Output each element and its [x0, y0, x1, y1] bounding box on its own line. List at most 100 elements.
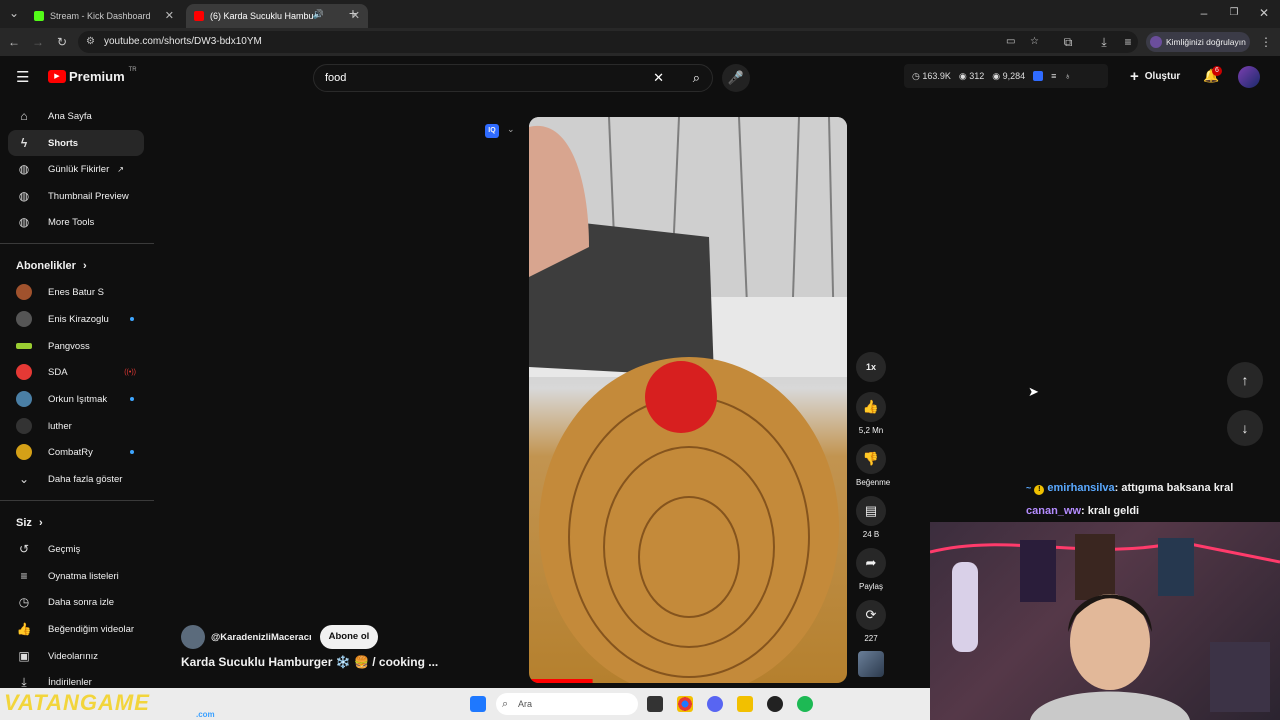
avatar [16, 364, 32, 380]
address-bar[interactable]: ⚙ youtube.com/shorts/DW3-bdx10YM ▭ ☆ [78, 31, 1138, 53]
watch-later-icon: ◷ [18, 595, 30, 609]
subscribe-button[interactable]: Abone ol [319, 625, 379, 649]
liked-icon: 👍 [16, 622, 32, 636]
streamer-webcam [930, 522, 1280, 720]
sidebar-item-sub-sda[interactable]: SDA ((•)) [8, 359, 144, 385]
vidiq-icon[interactable] [1033, 71, 1044, 81]
windows-start-icon[interactable] [470, 696, 486, 712]
vidiq-list-icon[interactable]: ≡ [1051, 71, 1056, 81]
sidebar-item-thumbnail-preview[interactable]: ◍ Thumbnail Preview [8, 183, 144, 209]
sidebar-item-more-tools[interactable]: ◍ More Tools [8, 209, 144, 235]
next-short-button[interactable]: ↓ [1227, 410, 1263, 446]
sound-thumbnail[interactable] [858, 651, 884, 677]
external-link-icon: ↗ [117, 164, 124, 174]
new-content-dot [130, 397, 134, 401]
you-heading[interactable]: Siz › [16, 517, 43, 529]
file-explorer-icon[interactable] [737, 696, 753, 712]
tab-list-chevron-icon[interactable]: ⌄ [6, 5, 22, 21]
new-tab-icon[interactable]: + [345, 5, 361, 21]
vidiq-trophy-icon[interactable]: ♁ [1064, 71, 1071, 81]
youtube-header: ☰ ▶ Premium TR food ✕ ⌕ 🎤 ◷ 163.9K ◉ 312… [0, 56, 1280, 98]
back-icon[interactable]: ← [6, 34, 22, 50]
comments-button[interactable]: ▤ 24 B [856, 496, 886, 539]
profile-button[interactable]: Kimliğinizi doğrulayın [1146, 32, 1250, 52]
comment-icon: ▤ [856, 496, 886, 526]
avatar [16, 444, 32, 460]
site-info-icon[interactable]: ⚙ [86, 31, 95, 53]
like-button[interactable]: 👍 5,2 Mn [856, 392, 886, 435]
sidebar-item-your-videos[interactable]: ▣ Videolarınız [8, 643, 144, 669]
sidebar-item-sub-enis-kirazoglu[interactable]: Enis Kirazoglu [8, 306, 144, 332]
hamburger-menu-icon[interactable]: ☰ [16, 68, 29, 86]
browser-menu-icon[interactable]: ⋮ [1258, 34, 1274, 50]
chat-emote-icon: ~ [1026, 483, 1032, 493]
sidebar-item-shorts[interactable]: ϟ Shorts [8, 130, 144, 156]
sidebar-item-sub-orkun-isitmak[interactable]: Orkun Işıtmak [8, 386, 144, 412]
share-button[interactable]: ➦ Paylaş [856, 548, 886, 591]
youtube-premium-logo[interactable]: ▶ Premium TR [48, 67, 137, 84]
sidebar-item-sub-luther[interactable]: luther [8, 413, 144, 439]
discord-icon[interactable] [707, 696, 723, 712]
share-icon: ➦ [856, 548, 886, 578]
voice-search-icon[interactable]: 🎤 [722, 64, 750, 92]
dislike-button[interactable]: 👎 Beğenme [856, 444, 890, 487]
extensions-icon[interactable]: ⧉ [1060, 34, 1076, 50]
subscriptions-heading[interactable]: Abonelikler › [16, 260, 87, 272]
sidebar-item-sub-enes-batur[interactable]: Enes Batur S [8, 279, 144, 305]
remix-icon: ⟳ [856, 600, 886, 630]
youtube-favicon-icon [194, 11, 204, 21]
obs-icon[interactable] [767, 696, 783, 712]
sidebar-item-gunluk-fikirler[interactable]: ◍ Günlük Fikirler ↗ [8, 156, 144, 182]
reload-icon[interactable]: ↻ [54, 34, 70, 50]
chevron-right-icon: › [38, 517, 43, 529]
new-content-dot [130, 450, 134, 454]
cast-icon[interactable]: ▭ [1006, 31, 1015, 53]
thumbs-down-icon: 👎 [856, 444, 886, 474]
sidebar-item-watch-later[interactable]: ◷ Daha sonra izle [8, 589, 144, 615]
create-button[interactable]: + Oluştur [1130, 68, 1180, 85]
previous-short-button[interactable]: ↑ [1227, 362, 1263, 398]
playback-speed-button[interactable]: 1x [856, 352, 886, 386]
shorts-video-player[interactable] [529, 117, 847, 683]
minimize-icon[interactable]: – [1196, 5, 1212, 21]
tab-kick-dashboard[interactable]: Stream - Kick Dashboard ✕ [26, 4, 182, 28]
tab-youtube-short[interactable]: (6) Karda Sucuklu Hamburger 🔊 ✕ [186, 4, 368, 28]
youtube-play-logo-icon: ▶ [48, 70, 66, 83]
downloads-icon[interactable]: ⤓ [1096, 34, 1112, 50]
sidebar-item-sub-combatry[interactable]: CombatRy [8, 439, 144, 465]
stat-subscribers: ◷ 163.9K [912, 70, 951, 81]
short-title[interactable]: Karda Sucuklu Hamburger ❄️ 🍔 / cooking .… [181, 655, 438, 669]
chevron-down-icon[interactable]: ⌄ [507, 124, 515, 135]
avatar [16, 391, 32, 407]
browser-toolbar: ← → ↻ ⚙ youtube.com/shorts/DW3-bdx10YM ▭… [0, 28, 1280, 56]
arrow-up-icon: ↑ [1241, 372, 1249, 388]
sidebar-item-liked-videos[interactable]: 👍 Beğendiğim videolar [8, 616, 144, 642]
video-progress-bar [529, 679, 593, 683]
task-view-icon[interactable] [647, 696, 663, 712]
tab-search-icon[interactable]: ≡ [1120, 34, 1136, 50]
sidebar-item-playlists[interactable]: ≡ Oynatma listeleri [8, 563, 144, 589]
forward-icon[interactable]: → [30, 34, 46, 50]
sidebar-item-home[interactable]: ⌂ Ana Sayfa [8, 103, 144, 129]
chrome-icon[interactable] [677, 696, 693, 712]
vatangame-watermark: VATANGAME [4, 690, 150, 715]
window-close-icon[interactable]: ✕ [1256, 5, 1272, 21]
close-tab-icon[interactable]: ✕ [165, 9, 174, 22]
sidebar-item-history[interactable]: ↺ Geçmiş [8, 536, 144, 562]
vidiq-icon[interactable]: IQ [485, 124, 499, 138]
maximize-icon[interactable]: ❐ [1226, 5, 1242, 21]
avatar [16, 284, 32, 300]
show-more-button[interactable]: ⌄ Daha fazla göster [8, 466, 144, 492]
clear-search-icon[interactable]: ✕ [653, 65, 664, 91]
search-icon[interactable]: ⌕ [693, 65, 700, 91]
sidebar-item-sub-pangvoss[interactable]: Pangvoss [8, 333, 144, 359]
channel-avatar[interactable] [181, 625, 205, 649]
account-avatar[interactable] [1238, 66, 1260, 88]
speaker-icon[interactable]: 🔊 [313, 9, 324, 20]
channel-name[interactable]: @KaradenizliMaceracı [211, 632, 312, 643]
remix-button[interactable]: ⟳ 227 [856, 600, 886, 643]
spotify-icon[interactable] [797, 696, 813, 712]
search-input[interactable]: food ✕ ⌕ [313, 64, 713, 92]
taskbar-search[interactable]: ⌕ Ara [496, 693, 638, 715]
bookmark-star-icon[interactable]: ☆ [1030, 31, 1039, 53]
